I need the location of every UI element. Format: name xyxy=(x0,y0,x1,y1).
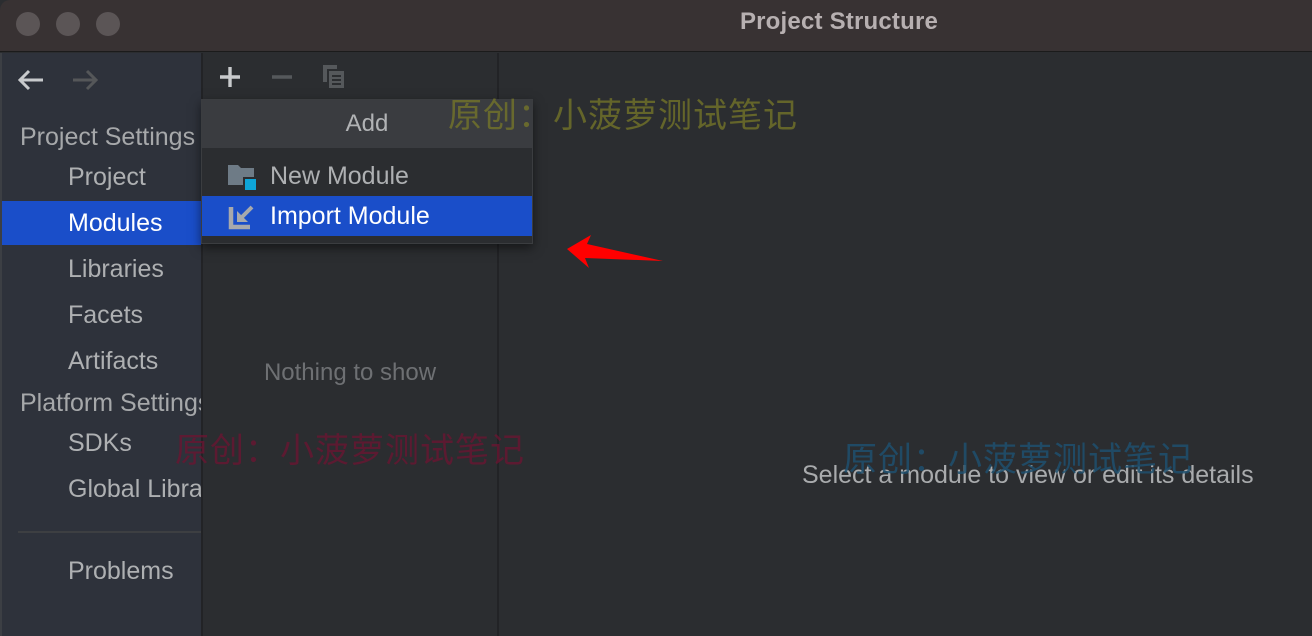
sidebar-header-platform-settings: Platform Settings xyxy=(20,389,201,417)
forward-button[interactable] xyxy=(70,67,100,93)
empty-list-message: Nothing to show xyxy=(263,359,437,386)
copy-button[interactable] xyxy=(319,63,349,91)
window-titlebar: Project Structure xyxy=(0,0,1312,52)
detail-panel: Select a module to view or edit its deta… xyxy=(499,53,1312,636)
window-title: Project Structure xyxy=(739,8,939,35)
menu-item-import-module[interactable]: Import Module xyxy=(202,196,532,236)
arrow-right-icon xyxy=(73,69,99,91)
plus-icon xyxy=(220,67,240,87)
add-button[interactable] xyxy=(215,63,245,91)
import-arrow-icon xyxy=(228,203,258,231)
sidebar-item-modules[interactable]: Modules xyxy=(2,201,201,245)
remove-button[interactable] xyxy=(267,63,297,91)
menu-item-label: New Module xyxy=(270,162,409,190)
sidebar-item-problems[interactable]: Problems xyxy=(2,549,201,593)
sidebar: Project Settings Project Modules Librari… xyxy=(0,53,201,636)
sidebar-divider xyxy=(18,531,201,533)
minus-icon xyxy=(272,75,292,79)
back-button[interactable] xyxy=(16,67,46,93)
sidebar-item-sdks[interactable]: SDKs xyxy=(2,421,201,465)
menu-item-new-module[interactable]: New Module xyxy=(202,156,532,196)
sidebar-item-libraries[interactable]: Libraries xyxy=(2,247,201,291)
sidebar-item-artifacts[interactable]: Artifacts xyxy=(2,339,201,383)
folder-module-icon xyxy=(228,163,258,191)
arrow-left-icon xyxy=(17,69,43,91)
add-popup-menu: Add New Module Import Module xyxy=(201,99,533,244)
sidebar-item-global-libraries[interactable]: Global Libraries xyxy=(2,467,201,511)
module-list-toolbar xyxy=(203,53,497,99)
sidebar-header-project-settings: Project Settings xyxy=(20,123,196,151)
copy-icon xyxy=(323,65,346,90)
detail-empty-message: Select a module to view or edit its deta… xyxy=(802,461,1254,489)
popup-title: Add xyxy=(202,100,532,148)
sidebar-item-facets[interactable]: Facets xyxy=(2,293,201,337)
annotation-arrow-icon xyxy=(567,235,663,268)
menu-item-label: Import Module xyxy=(270,202,430,230)
sidebar-item-project[interactable]: Project xyxy=(2,155,201,199)
